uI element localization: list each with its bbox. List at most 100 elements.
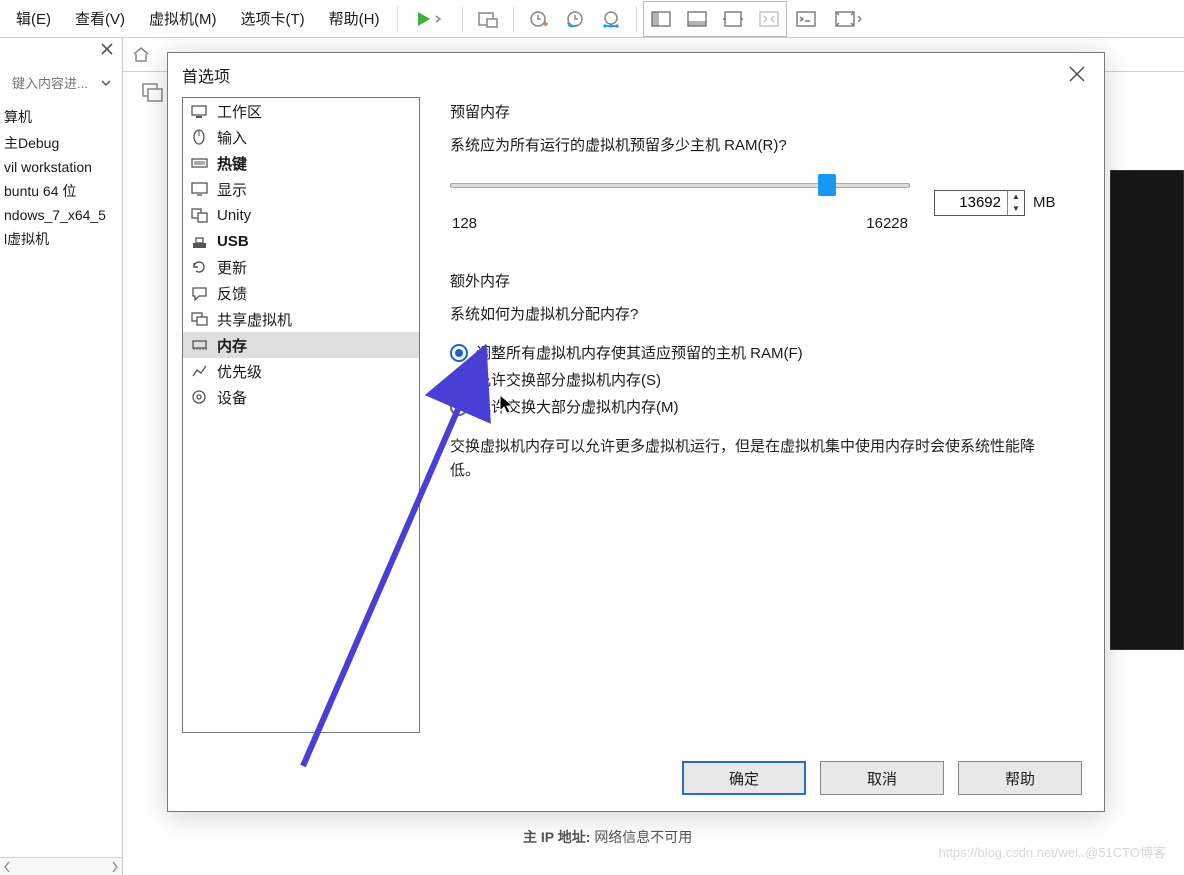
sidebar-search[interactable]	[4, 68, 118, 98]
category-label: 热键	[217, 153, 247, 174]
menu-view[interactable]: 查看(V)	[63, 2, 137, 35]
menu-vm[interactable]: 虚拟机(M)	[137, 2, 229, 35]
snapshot-icon[interactable]	[473, 4, 503, 34]
slider-min-label: 128	[452, 215, 477, 232]
reserved-memory-question: 系统应为所有运行的虚拟机预留多少主机 RAM(R)?	[450, 134, 1090, 155]
priority-icon	[191, 363, 209, 379]
category-memory[interactable]: 内存	[183, 332, 419, 358]
mouse-icon	[191, 129, 209, 145]
radio-icon[interactable]	[450, 344, 468, 362]
vm-list-item[interactable]: 主Debug	[0, 130, 122, 156]
category-keyboard[interactable]: 热键	[183, 150, 419, 176]
category-mouse[interactable]: 输入	[183, 124, 419, 150]
category-label: 反馈	[217, 283, 247, 304]
vm-preview	[1110, 170, 1184, 650]
menu-bar: 辑(E) 查看(V) 虚拟机(M) 选项卡(T) 帮助(H)	[0, 0, 1184, 38]
monitor-icon	[191, 181, 209, 197]
category-priority[interactable]: 优先级	[183, 358, 419, 384]
usb-icon	[191, 233, 209, 249]
sidebar-search-input[interactable]	[10, 75, 100, 92]
menu-help[interactable]: 帮助(H)	[317, 2, 392, 35]
category-label: 工作区	[217, 101, 262, 122]
dialog-close-icon[interactable]	[1066, 63, 1090, 87]
category-label: Unity	[217, 207, 251, 224]
chevron-down-icon[interactable]	[100, 77, 112, 89]
dialog-title: 首选项	[168, 53, 1104, 97]
radio-icon[interactable]	[450, 371, 468, 389]
layout-bottom-icon[interactable]	[682, 4, 712, 34]
ok-button[interactable]: 确定	[682, 761, 806, 795]
memory-slider[interactable]	[450, 173, 910, 197]
category-unity[interactable]: Unity	[183, 202, 419, 228]
memory-option-0[interactable]: 调整所有虚拟机内存使其适应预留的主机 RAM(F)	[450, 342, 1090, 363]
help-button[interactable]: 帮助	[958, 761, 1082, 795]
radio-icon[interactable]	[450, 398, 468, 416]
radio-label: 允许交换大部分虚拟机内存(M)	[476, 396, 679, 417]
category-feedback[interactable]: 反馈	[183, 280, 419, 306]
slider-max-label: 16228	[866, 215, 908, 232]
keyboard-icon	[191, 155, 209, 171]
category-label: 设备	[217, 387, 247, 408]
vm-list-item[interactable]: ndows_7_x64_5	[0, 204, 122, 226]
refresh-icon	[191, 259, 209, 275]
vm-list-item[interactable]: vil workstation	[0, 156, 122, 178]
cancel-button[interactable]: 取消	[820, 761, 944, 795]
category-monitor[interactable]: 显示	[183, 176, 419, 202]
category-label: 输入	[217, 127, 247, 148]
ip-info: 主 IP 地址: 网络信息不可用	[523, 827, 692, 847]
memory-settings: 预留内存 系统应为所有运行的虚拟机预留多少主机 RAM(R)? 128 1622…	[420, 97, 1090, 733]
category-devices[interactable]: 设备	[183, 384, 419, 410]
memory-option-2[interactable]: 允许交换大部分虚拟机内存(M)	[450, 396, 1090, 417]
vm-list-item[interactable]: buntu 64 位	[0, 178, 122, 204]
category-label: 内存	[217, 335, 247, 356]
feedback-icon	[191, 285, 209, 301]
radio-label: 调整所有虚拟机内存使其适应预留的主机 RAM(F)	[476, 342, 803, 363]
category-workspace[interactable]: 工作区	[183, 98, 419, 124]
radio-label: 允许交换部分虚拟机内存(S)	[476, 369, 661, 390]
layout-fit-icon[interactable]	[754, 4, 784, 34]
console-icon[interactable]	[791, 4, 821, 34]
sidebar-hscrollbar[interactable]	[0, 857, 122, 875]
watermark-text: https://blog.csdn.net/wei..@51CTO博客	[938, 842, 1166, 861]
share-icon	[191, 311, 209, 327]
home-tab-icon[interactable]	[131, 45, 151, 65]
sidebar-close-icon[interactable]	[100, 42, 116, 58]
clock-back-icon[interactable]	[560, 4, 590, 34]
memory-option-1[interactable]: 允许交换部分虚拟机内存(S)	[450, 369, 1090, 390]
memory-input[interactable]	[935, 192, 1007, 213]
fullscreen-icon[interactable]	[827, 4, 871, 34]
category-label: 更新	[217, 257, 247, 278]
vm-list-item[interactable]: l虚拟机	[0, 226, 122, 252]
layout-stretch-icon[interactable]	[718, 4, 748, 34]
spinner-down-icon[interactable]: ▼	[1008, 203, 1024, 215]
memory-spinner[interactable]: ▲ ▼	[934, 190, 1025, 216]
spinner-up-icon[interactable]: ▲	[1008, 191, 1024, 203]
category-share[interactable]: 共享虚拟机	[183, 306, 419, 332]
memory-icon	[191, 337, 209, 353]
vm-list-item[interactable]: 算机	[0, 104, 122, 130]
menu-tabs[interactable]: 选项卡(T)	[229, 2, 317, 35]
workspace-icon	[191, 103, 209, 119]
slider-thumb[interactable]	[818, 174, 836, 196]
extra-memory-title: 额外内存	[450, 270, 1090, 291]
reserved-memory-title: 预留内存	[450, 101, 1090, 122]
memory-unit: MB	[1033, 194, 1056, 211]
layout-sidebar-icon[interactable]	[646, 4, 676, 34]
devices-icon	[191, 389, 209, 405]
category-label: 共享虚拟机	[217, 309, 292, 330]
extra-memory-hint: 交换虚拟机内存可以允许更多虚拟机运行，但是在虚拟机集中使用内存时会使系统性能降低…	[450, 435, 1050, 483]
tab-area-icon	[141, 82, 163, 102]
category-refresh[interactable]: 更新	[183, 254, 419, 280]
menu-edit[interactable]: 辑(E)	[4, 2, 63, 35]
category-list[interactable]: 工作区输入热键显示 Unity USB 更新反馈共享虚拟机内存优先级设备	[182, 97, 420, 733]
clock-add-icon[interactable]	[524, 4, 554, 34]
preferences-dialog: 首选项 工作区输入热键显示 Unity USB 更新反馈共享虚拟机内存优先级设备 预留…	[167, 52, 1105, 812]
play-button[interactable]	[408, 4, 452, 34]
category-label: USB	[217, 233, 249, 250]
clock-manage-icon[interactable]	[596, 4, 626, 34]
extra-memory-question: 系统如何为虚拟机分配内存?	[450, 303, 1090, 324]
category-label: 优先级	[217, 361, 262, 382]
category-usb[interactable]: USB	[183, 228, 419, 254]
category-label: 显示	[217, 179, 247, 200]
unity-icon	[191, 207, 209, 223]
